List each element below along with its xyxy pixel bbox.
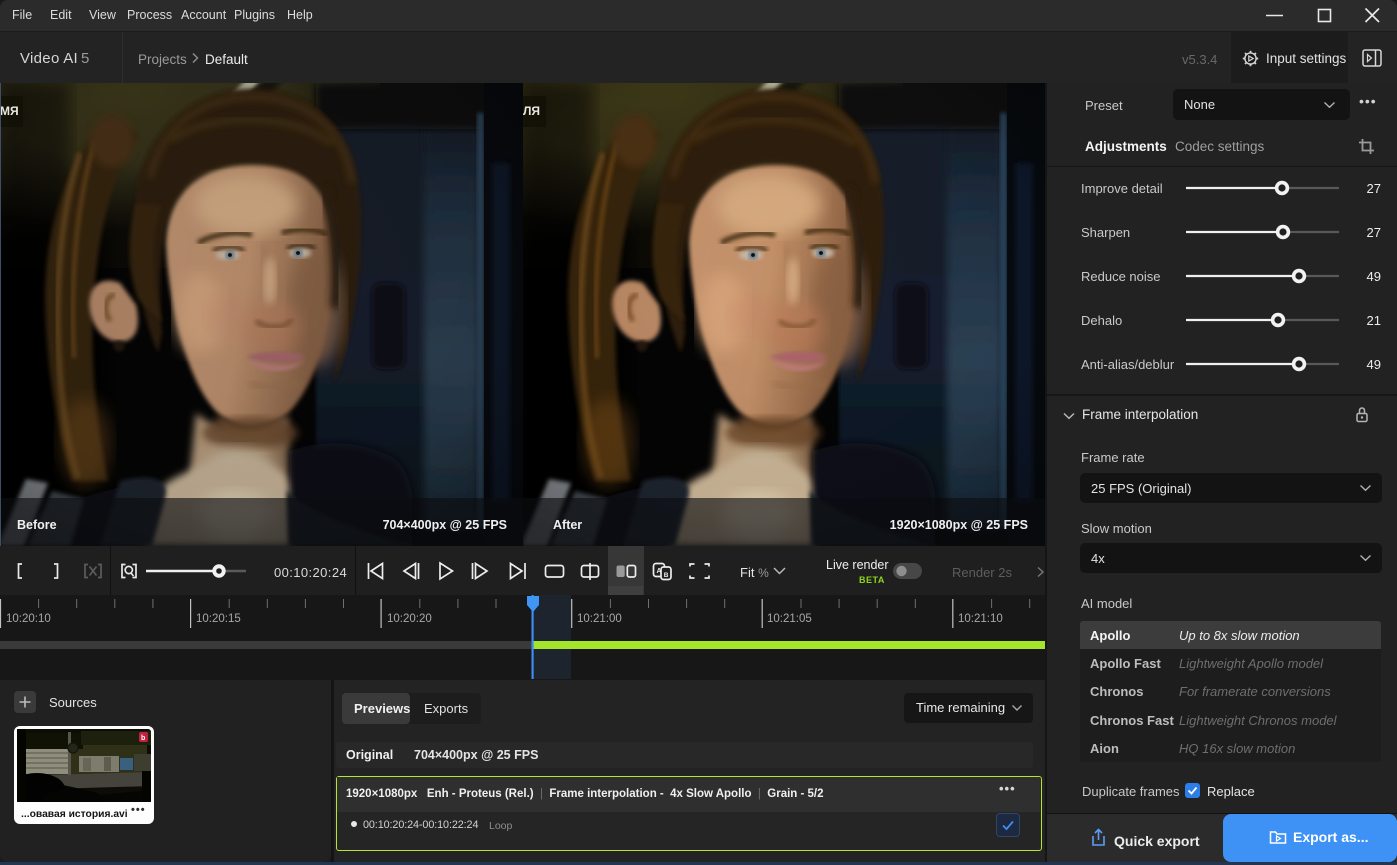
svg-text:B: B	[664, 572, 669, 579]
svg-text:10:20:10: 10:20:10	[6, 613, 51, 625]
svg-text:A: A	[657, 568, 662, 575]
svg-text:10:20:20: 10:20:20	[387, 613, 432, 625]
svg-text:b: b	[141, 735, 145, 742]
svg-text:10:21:05: 10:21:05	[767, 613, 812, 625]
svg-text:10:20:15: 10:20:15	[196, 613, 241, 625]
svg-text:10:21:10: 10:21:10	[958, 613, 1003, 625]
svg-text:10:21:00: 10:21:00	[577, 613, 622, 625]
